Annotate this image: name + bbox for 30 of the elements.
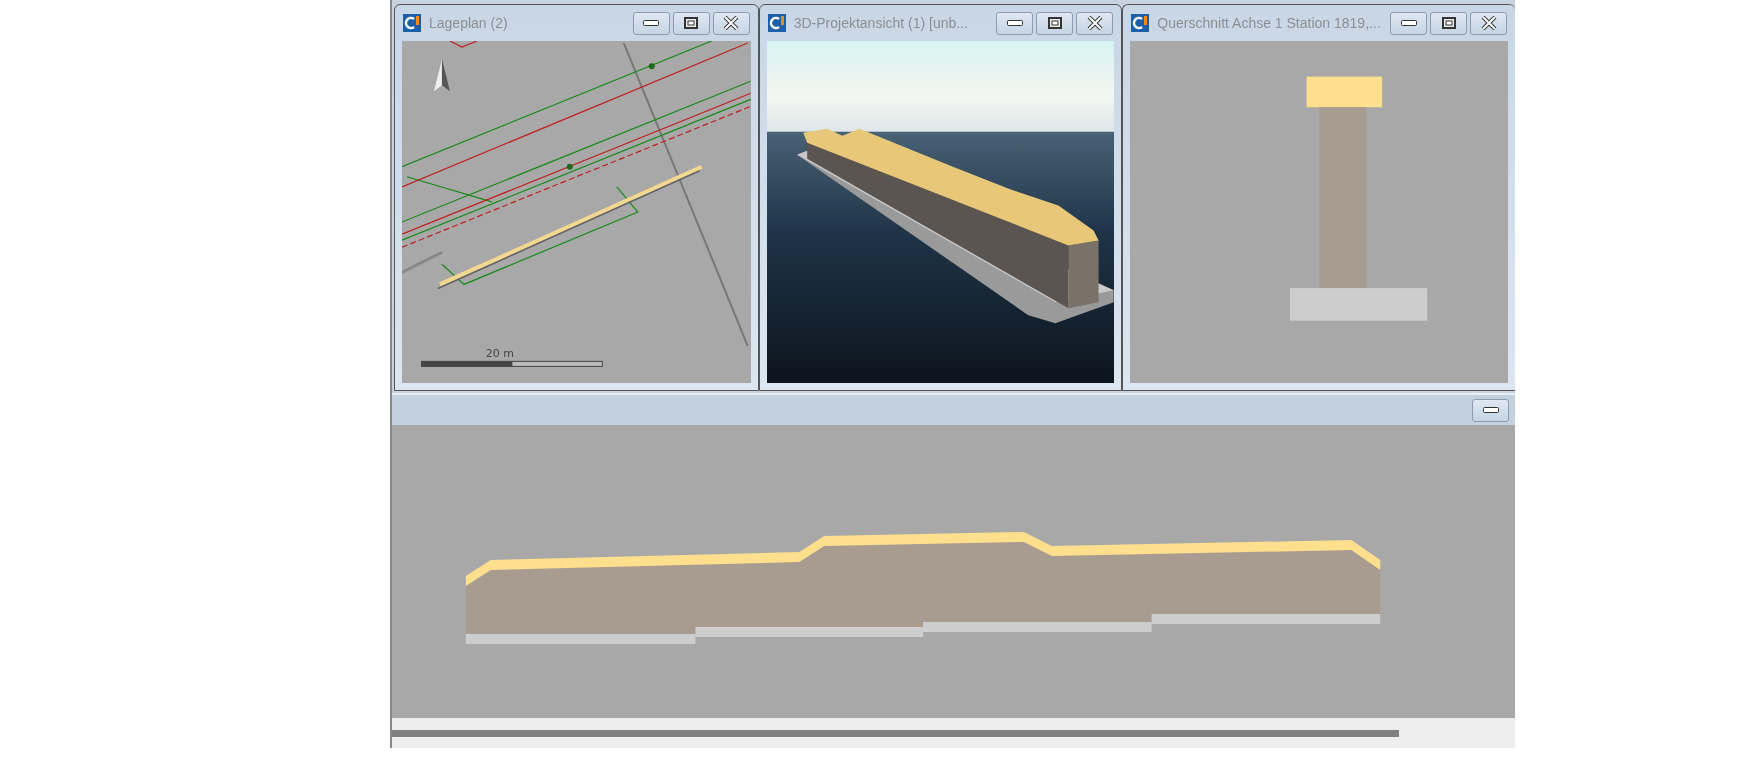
close-icon: [723, 16, 740, 30]
close-button[interactable]: [712, 11, 750, 35]
window-title: 3D-Projektansicht (1) [unb...: [793, 13, 968, 33]
minimize-button[interactable]: [996, 11, 1034, 35]
maximize-button[interactable]: [672, 11, 710, 35]
maximize-button[interactable]: [1430, 11, 1467, 35]
minimize-button[interactable]: [1472, 398, 1509, 422]
close-button[interactable]: [1076, 11, 1114, 35]
north-arrow-icon: [433, 59, 450, 92]
app-logo-icon: [1131, 14, 1150, 32]
minimize-button[interactable]: [1390, 11, 1427, 35]
app-logo-icon: [767, 14, 786, 32]
scrollbar-thumb[interactable]: [392, 729, 1399, 737]
minimize-icon: [1006, 20, 1023, 26]
close-button[interactable]: [1470, 11, 1507, 35]
minimize-icon: [1400, 20, 1417, 26]
window-title: Querschnitt Achse 1 Station 1819,...: [1157, 13, 1381, 33]
scale-label: 20 m: [485, 346, 514, 360]
maximize-icon: [684, 17, 699, 29]
close-icon: [1480, 16, 1497, 30]
minimize-button[interactable]: [632, 11, 670, 35]
window-title: Lageplan (2): [429, 13, 508, 33]
minimize-icon: [643, 20, 660, 26]
close-icon: [1086, 16, 1103, 30]
maximize-icon: [1441, 17, 1456, 29]
minimize-icon: [1482, 407, 1499, 413]
app-logo-icon: [403, 14, 421, 32]
maximize-button[interactable]: [1036, 11, 1074, 35]
horizontal-scrollbar[interactable]: [392, 718, 1515, 748]
maximize-icon: [1047, 17, 1062, 29]
